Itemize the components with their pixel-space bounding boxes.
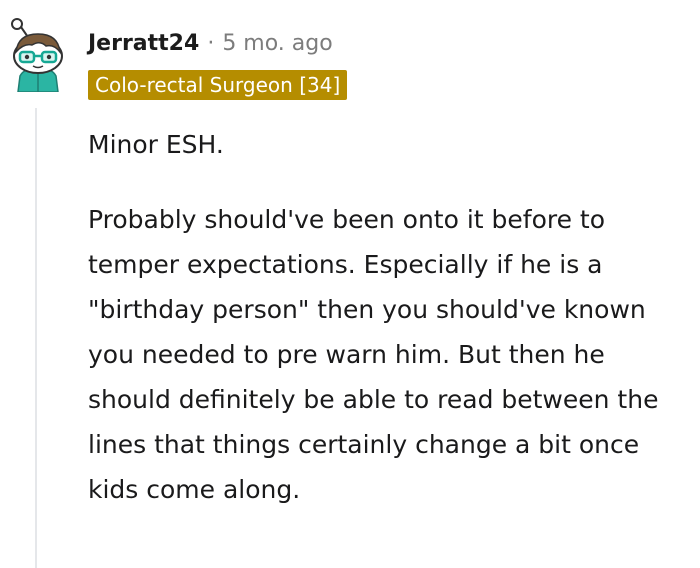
timestamp[interactable]: 5 mo. ago — [222, 31, 332, 56]
snoo-avatar-icon — [11, 18, 63, 93]
comment-paragraph: Minor ESH. — [88, 130, 224, 159]
thread-line[interactable] — [35, 108, 37, 568]
meta-separator: · — [207, 30, 215, 56]
comment-paragraph: Probably should've been onto it before t… — [88, 205, 659, 504]
username-link[interactable]: Jerratt24 — [88, 31, 199, 56]
comment-body: Minor ESH. Probably should've been onto … — [88, 122, 688, 512]
comment-meta: Jerratt24 · 5 mo. ago — [88, 28, 333, 58]
user-flair-badge: Colo-rectal Surgeon [34] — [88, 70, 348, 100]
avatar[interactable] — [6, 14, 70, 93]
